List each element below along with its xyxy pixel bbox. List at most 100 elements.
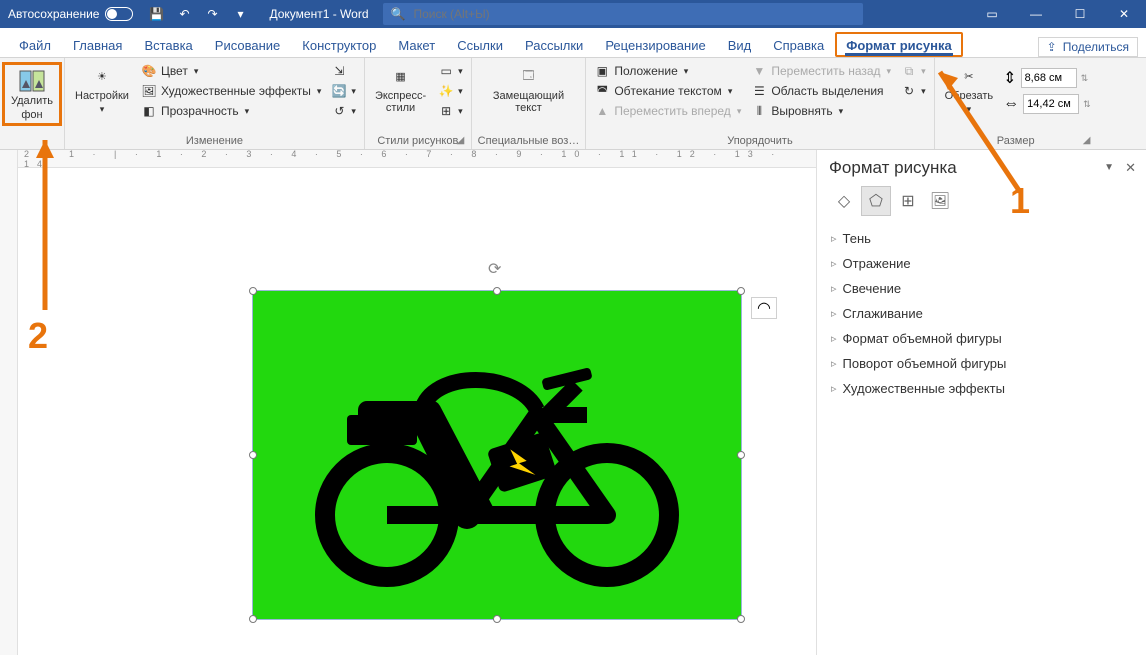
resize-handle[interactable]	[249, 615, 257, 623]
compress-icon: ⇲	[331, 63, 347, 79]
search-bar[interactable]: 🔍	[383, 3, 863, 25]
tab-file[interactable]: Файл	[8, 32, 62, 57]
resize-handle[interactable]	[493, 287, 501, 295]
maximize-icon[interactable]: ☐	[1058, 0, 1102, 28]
tab-references[interactable]: Ссылки	[446, 32, 514, 57]
pane-section-reflection[interactable]: Отражение	[829, 251, 1134, 276]
remove-background-button[interactable]: Удалить фон	[2, 62, 62, 126]
page[interactable]: ⟳	[68, 190, 796, 655]
annotation-number-2: 2	[28, 315, 48, 357]
tab-view[interactable]: Вид	[717, 32, 763, 57]
document-canvas[interactable]: 2 · 1 · | · 1 · 2 · 3 · 4 · 5 · 6 · 7 · …	[18, 150, 816, 655]
chevron-down-icon: ▾	[921, 86, 926, 97]
bring-forward-button[interactable]: ▲Переместить вперед▾	[592, 102, 743, 120]
rotation-handle-icon[interactable]: ⟳	[488, 259, 506, 277]
tab-help[interactable]: Справка	[762, 32, 835, 57]
send-backward-button[interactable]: ▼Переместить назад▾	[749, 62, 893, 80]
window-controls: ▭ — ☐ ✕	[970, 0, 1146, 28]
border-icon: ▭	[438, 63, 454, 79]
pane-section-3drotation[interactable]: Поворот объемной фигуры	[829, 351, 1134, 376]
chevron-down-icon: ▾	[245, 106, 250, 117]
minimize-icon[interactable]: —	[1014, 0, 1058, 28]
remove-background-icon	[18, 69, 46, 93]
image-content	[253, 291, 741, 619]
tab-layout[interactable]: Макет	[387, 32, 446, 57]
position-button[interactable]: ▣Положение▾	[592, 62, 743, 80]
resize-handle[interactable]	[249, 451, 257, 459]
rotate-button[interactable]: ↻▾	[899, 82, 928, 100]
ribbon-tabs: Файл Главная Вставка Рисование Конструкт…	[0, 28, 1146, 58]
pane-section-artistic[interactable]: Художественные эффекты	[829, 376, 1134, 401]
qat-dropdown-icon[interactable]: ▾	[229, 3, 251, 25]
autosave-toggle[interactable]: Автосохранение	[0, 7, 141, 21]
close-icon[interactable]: ✕	[1102, 0, 1146, 28]
group-accessibility: 🗔 Замещающий текст Специальные воз…	[472, 58, 587, 149]
tab-draw[interactable]: Рисование	[204, 32, 291, 57]
selected-image[interactable]: ⟳	[252, 290, 742, 620]
layout-tab-icon[interactable]: ⊞	[893, 186, 923, 216]
tab-picture-format[interactable]: Формат рисунка	[835, 32, 962, 57]
picture-effects-button[interactable]: ✨▾	[436, 82, 465, 100]
group-remove-background: Удалить фон	[0, 58, 65, 149]
spinner-icon[interactable]: ⇅	[1081, 73, 1089, 84]
styles-launcher-icon[interactable]: ◢	[457, 135, 469, 147]
tab-home[interactable]: Главная	[62, 32, 133, 57]
align-button[interactable]: ⫴Выровнять▾	[749, 102, 893, 120]
pane-section-shadow[interactable]: Тень	[829, 226, 1134, 251]
remove-bg-l2: фон	[21, 109, 42, 121]
resize-handle[interactable]	[737, 287, 745, 295]
layout-options-icon[interactable]: ◠	[751, 297, 777, 319]
color-button[interactable]: 🎨Цвет▾	[139, 62, 323, 80]
transparency-button[interactable]: ◧Прозрачность▾	[139, 102, 323, 120]
share-button[interactable]: ⇪ Поделиться	[1038, 37, 1138, 57]
spinner-icon[interactable]: ⇅	[1083, 99, 1091, 110]
toggle-switch[interactable]	[105, 7, 133, 21]
resize-handle[interactable]	[737, 451, 745, 459]
artistic-icon: 🖼	[141, 83, 157, 99]
change-picture-button[interactable]: 🔄▾	[329, 82, 358, 100]
selection-pane-button[interactable]: ☰Область выделения	[749, 82, 893, 100]
artistic-effects-button[interactable]: 🖼Художественные эффекты▾	[139, 82, 323, 100]
pane-section-glow[interactable]: Свечение	[829, 276, 1134, 301]
fill-line-tab-icon[interactable]: ◇	[829, 186, 859, 216]
vertical-ruler[interactable]	[0, 150, 18, 655]
save-icon[interactable]: 💾	[145, 3, 167, 25]
share-icon: ⇪	[1047, 40, 1057, 54]
picture-layout-button[interactable]: ⊞▾	[436, 102, 465, 120]
picture-border-button[interactable]: ▭▾	[436, 62, 465, 80]
backward-icon: ▼	[751, 63, 767, 79]
corrections-button[interactable]: ☀ Настройки ▾	[71, 62, 133, 117]
tab-insert[interactable]: Вставка	[133, 32, 203, 57]
palette-icon: 🎨	[141, 63, 157, 79]
chevron-down-icon: ▾	[351, 86, 356, 97]
pane-options-icon[interactable]: ▼	[1104, 162, 1114, 173]
chevron-down-icon: ▾	[458, 66, 463, 77]
chevron-down-icon: ▾	[458, 86, 463, 97]
resize-handle[interactable]	[249, 287, 257, 295]
tab-review[interactable]: Рецензирование	[594, 32, 716, 57]
alt-text-button[interactable]: 🗔 Замещающий текст	[478, 62, 580, 116]
horizontal-ruler[interactable]: 2 · 1 · | · 1 · 2 · 3 · 4 · 5 · 6 · 7 · …	[18, 150, 816, 168]
pane-close-icon[interactable]: ✕	[1125, 160, 1136, 176]
redo-icon[interactable]: ↷	[201, 3, 223, 25]
pane-section-3dformat[interactable]: Формат объемной фигуры	[829, 326, 1134, 351]
reset-picture-button[interactable]: ↺▾	[329, 102, 358, 120]
effects-tab-icon[interactable]: ⬠	[861, 186, 891, 216]
resize-handle[interactable]	[493, 615, 501, 623]
compress-pictures-button[interactable]: ⇲	[329, 62, 358, 80]
chevron-down-icon: ▾	[887, 66, 892, 77]
pane-section-softedges[interactable]: Сглаживание	[829, 301, 1134, 326]
search-input[interactable]	[413, 7, 854, 21]
effects-icon: ✨	[438, 83, 454, 99]
size-launcher-icon[interactable]: ◢	[1083, 135, 1095, 147]
tab-design[interactable]: Конструктор	[291, 32, 387, 57]
wrap-text-button[interactable]: ◚Обтекание текстом▾	[592, 82, 743, 100]
quick-styles-button[interactable]: ▦ Экспресс- стили	[371, 62, 430, 116]
chevron-down-icon: ▾	[728, 86, 733, 97]
tab-mailings[interactable]: Рассылки	[514, 32, 594, 57]
ribbon-options-icon[interactable]: ▭	[970, 0, 1014, 28]
title-bar: Автосохранение 💾 ↶ ↷ ▾ Документ1 - Word …	[0, 0, 1146, 28]
undo-icon[interactable]: ↶	[173, 3, 195, 25]
resize-handle[interactable]	[737, 615, 745, 623]
group-objects-button[interactable]: ⧉▾	[899, 62, 928, 80]
